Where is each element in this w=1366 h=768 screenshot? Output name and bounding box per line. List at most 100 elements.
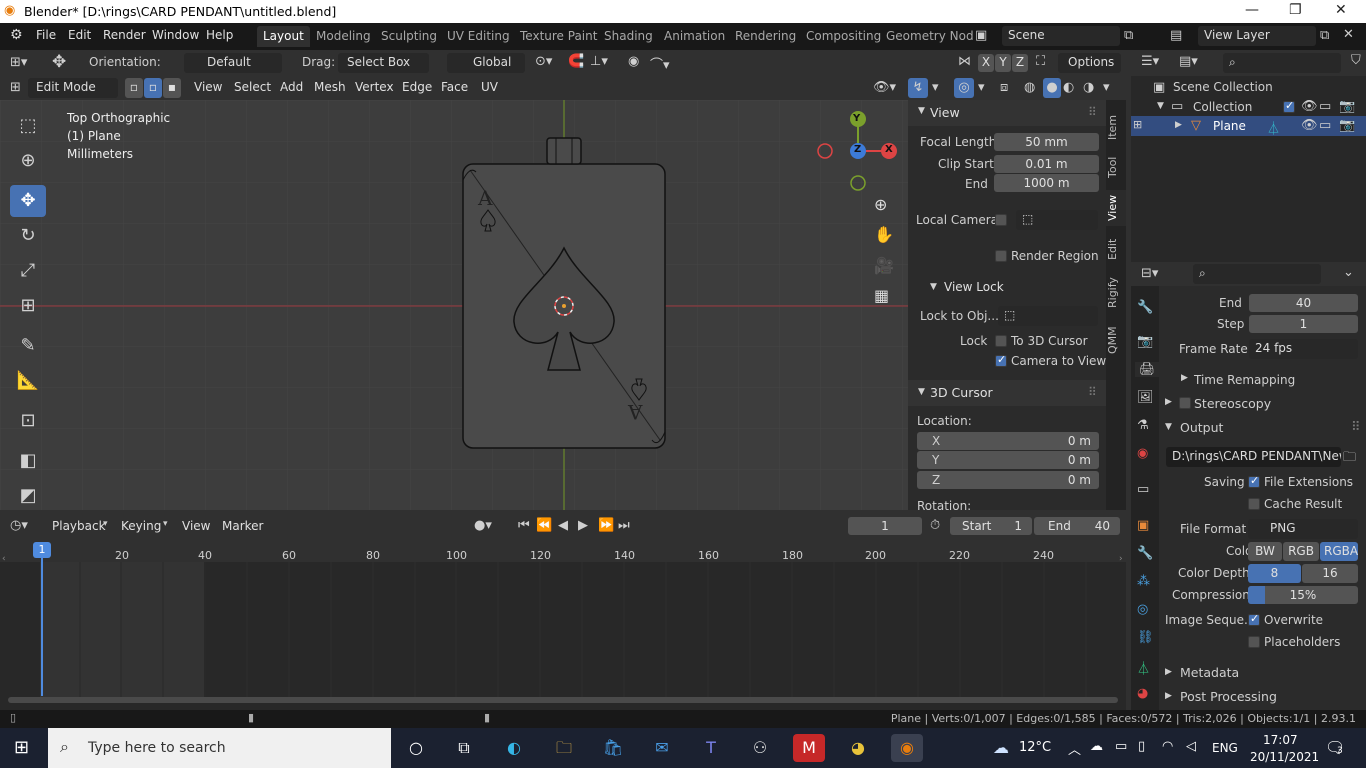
weather-temp[interactable]: 12°C (1019, 740, 1051, 755)
overlays-menu-icon[interactable]: ▾ (978, 80, 985, 95)
view-layer-icon[interactable]: ▤ (1170, 28, 1182, 43)
timeline-scrollbar[interactable] (8, 697, 1118, 703)
clip-start-field[interactable]: 0.01 m (994, 155, 1099, 173)
menu-uv[interactable]: UV (481, 80, 498, 94)
shading-menu-icon[interactable]: ▾ (1103, 80, 1110, 95)
solid-shading-icon[interactable]: ● (1043, 78, 1061, 98)
wifi-icon[interactable]: ◠ (1162, 739, 1173, 754)
menu-vertex[interactable]: Vertex (355, 80, 394, 94)
properties-options-icon[interactable]: ⌄ (1343, 265, 1354, 280)
auto-merge-icon[interactable]: ⛶ (1036, 54, 1045, 69)
preview-range-icon[interactable]: ⏱ (930, 518, 940, 533)
snap-target-icon[interactable]: ⊥▾ (590, 54, 608, 69)
menu-edit[interactable]: Edit (68, 28, 91, 42)
world-props-icon[interactable]: ◉ (1137, 446, 1148, 461)
3d-cursor-panel-header[interactable]: ▼ 3D Cursor ⠿ (908, 380, 1106, 406)
collection-expand-icon[interactable]: ▼ (1157, 101, 1164, 111)
post-processing-label[interactable]: Post Processing (1180, 689, 1277, 704)
transform-orientation-dropdown[interactable]: Global (447, 53, 525, 73)
snap-icon[interactable]: 🧲 (568, 54, 584, 69)
tab-rigify[interactable]: Rigify (1106, 272, 1126, 314)
data-props-icon[interactable]: ⏃ (1137, 658, 1150, 677)
ms-store-icon[interactable]: 🛍 (597, 734, 629, 762)
wireframe-shading-icon[interactable]: ◍ (1024, 80, 1035, 95)
tab-tool[interactable]: Tool (1106, 152, 1126, 182)
color-rgb-button[interactable]: RGB (1283, 542, 1319, 561)
menu-mesh[interactable]: Mesh (314, 80, 346, 94)
color-rgba-button[interactable]: RGBA (1320, 542, 1358, 561)
3d-viewport[interactable]: A A Top Orthographic (1) Plane Millimete… (0, 100, 908, 510)
menu-marker[interactable]: Marker (222, 519, 263, 533)
record-icon[interactable]: ●▾ (474, 518, 492, 533)
clip-end-field[interactable]: 1000 m (994, 174, 1099, 192)
tab-compositing[interactable]: Compositing (800, 26, 887, 47)
options-dropdown[interactable]: Options (1058, 53, 1121, 73)
cursor-x-field[interactable]: 0 m (917, 432, 1099, 450)
viewport-editor-type-icon[interactable]: ⊞ (10, 80, 21, 95)
menu-keying[interactable]: Keying (121, 519, 161, 533)
overlays-icon[interactable]: ◎ (954, 78, 974, 98)
weather-icon[interactable]: ☁ (985, 734, 1017, 762)
tab-geometry-nodes[interactable]: Geometry Nod (880, 26, 980, 47)
pivot-icon[interactable]: ⊙▾ (535, 54, 552, 69)
frame-end-field[interactable]: 40 (1249, 294, 1358, 312)
stereoscopy-checkbox[interactable] (1179, 397, 1191, 409)
scene-collection-label[interactable]: Scene Collection (1173, 80, 1273, 94)
drag-handle-icon[interactable]: ⠿ (1088, 105, 1097, 119)
visibility-icon[interactable]: 👁▾ (873, 80, 896, 95)
tab-item[interactable]: Item (1106, 110, 1126, 144)
tab-sculpting[interactable]: Sculpting (375, 26, 443, 47)
filter-icon[interactable]: ⛉ (1351, 53, 1361, 68)
windows-start-icon[interactable]: ⊞ (14, 737, 29, 758)
lock-to-object-picker[interactable]: ⬚ (998, 306, 1098, 326)
view-layer-props-icon[interactable]: 🖼 (1137, 390, 1154, 405)
render-region-checkbox[interactable] (995, 250, 1007, 262)
display-mode-icon[interactable]: ▤▾ (1179, 54, 1198, 69)
measure-tool-icon[interactable]: 📐 (10, 365, 46, 397)
cursor-y-field[interactable]: 0 m (917, 451, 1099, 469)
folder-icon[interactable]: 🗀 (1343, 448, 1356, 470)
drag-dropdown[interactable]: Select Box (338, 53, 429, 73)
color-bw-button[interactable]: BW (1248, 542, 1282, 561)
rotate-tool-icon[interactable]: ↻ (10, 220, 46, 252)
stereoscopy-label[interactable]: Stereoscopy (1194, 396, 1271, 411)
material-props-icon[interactable]: ◕ (1137, 686, 1148, 701)
vertex-select-button[interactable]: ▫ (125, 78, 143, 98)
tray-device-icon[interactable]: ▭ (1115, 739, 1127, 754)
plane-expand-icon[interactable]: ▶ (1175, 120, 1182, 130)
tray-chevron-icon[interactable]: ︿ (1068, 739, 1081, 758)
edge-select-button[interactable]: ▫ (144, 78, 162, 98)
scale-tool-icon[interactable]: ⤢ (10, 255, 46, 287)
proportional-edit-icon[interactable]: ◉ (628, 54, 639, 69)
file-explorer-icon[interactable]: 🗀 (548, 734, 580, 762)
particles-props-icon[interactable]: ⁂ (1137, 574, 1150, 589)
collection-render-icon[interactable]: 📷 (1339, 99, 1355, 114)
outliner-search[interactable]: ⌕ (1223, 53, 1341, 73)
menu-window[interactable]: Window (152, 28, 199, 42)
time-remapping-chevron-icon[interactable]: ▶ (1181, 373, 1188, 383)
cortana-icon[interactable]: ○ (400, 734, 432, 762)
end-frame-field[interactable]: End 40 (1034, 517, 1120, 535)
cursor-z-field[interactable]: 0 m (917, 471, 1099, 489)
falloff-icon[interactable]: ⌒▾ (650, 54, 670, 73)
close-button[interactable]: ✕ (1335, 2, 1347, 18)
blender-taskbar-icon[interactable]: ◉ (891, 734, 923, 762)
plane-render-icon[interactable]: 📷 (1339, 118, 1355, 133)
cache-result-checkbox[interactable] (1248, 498, 1260, 510)
inset-tool-icon[interactable]: ◩ (10, 480, 46, 512)
edge-browser-icon[interactable]: ◐ (498, 734, 530, 762)
output-props-icon[interactable]: 🖨 (1135, 362, 1159, 377)
blender-menu-icon[interactable]: ⚙ (10, 27, 23, 43)
overwrite-checkbox[interactable] (1248, 612, 1260, 626)
menu-render[interactable]: Render (103, 28, 146, 42)
annotate-tool-icon[interactable]: ✎ (10, 330, 46, 362)
local-camera-picker[interactable]: ⬚ (1016, 210, 1098, 230)
tab-uv-editing[interactable]: UV Editing (441, 26, 516, 47)
extrude-tool-icon[interactable]: ◧ (10, 445, 46, 477)
tab-shading[interactable]: Shading (598, 26, 659, 47)
menu-select[interactable]: Select (234, 80, 271, 94)
task-view-icon[interactable]: ⧉ (448, 734, 480, 762)
clock-date[interactable]: 20/11/2021 (1250, 750, 1319, 764)
local-camera-checkbox[interactable] (995, 214, 1007, 226)
battery-icon[interactable]: ▯ (1138, 739, 1145, 754)
